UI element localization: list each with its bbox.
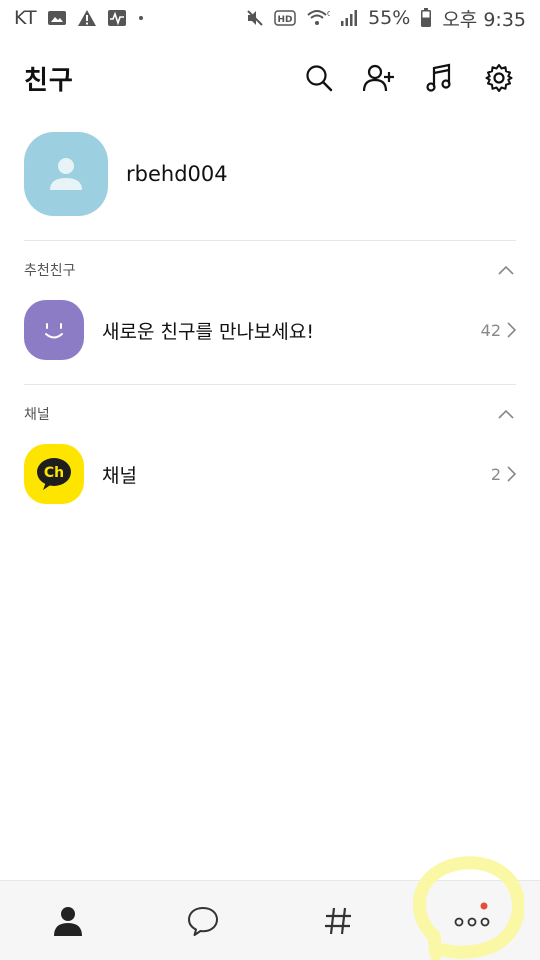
item-count: 42 [481, 321, 516, 340]
search-icon[interactable] [302, 61, 336, 95]
settings-icon[interactable] [482, 61, 516, 95]
chevron-right-icon [507, 322, 516, 338]
chat-icon[interactable] [168, 886, 238, 956]
wifi-icon: G [306, 9, 330, 27]
list-item-channel[interactable]: Ch 채널 2 [24, 443, 516, 505]
image-icon [47, 9, 67, 27]
header: 친구 [0, 46, 540, 110]
svg-text:HD: HD [278, 15, 293, 25]
status-time: 오후 9:35 [442, 8, 526, 31]
section-title-recommended: 추천친구 [24, 263, 76, 279]
profile-name: rbehd004 [126, 162, 228, 186]
channel-icon: Ch [24, 444, 84, 504]
divider [24, 240, 516, 241]
svg-text:G: G [327, 10, 330, 18]
divider [24, 384, 516, 385]
hd-icon: HD [274, 10, 296, 26]
hashtag-icon[interactable] [303, 886, 373, 956]
mute-icon [246, 9, 264, 27]
count-value: 2 [490, 464, 501, 484]
section-title-channel: 채널 [24, 407, 50, 423]
music-icon[interactable] [422, 61, 456, 95]
channel-badge-text: Ch [44, 465, 64, 481]
warning-icon [77, 9, 97, 27]
list-item-label: 채널 [102, 464, 137, 487]
battery-percent: 55% [368, 7, 411, 29]
signal-icon [340, 9, 358, 27]
count-value: 42 [480, 320, 501, 340]
status-bar: KT HD G 55% 오후 9:35 [0, 0, 540, 36]
smiley-icon [24, 300, 84, 360]
add-friend-icon[interactable] [362, 61, 396, 95]
activity-icon [107, 9, 127, 27]
header-actions [302, 61, 516, 95]
section-header-channel: 채널 [24, 402, 516, 426]
notification-dot [480, 902, 488, 910]
status-left: KT [14, 7, 145, 29]
section-header-recommended: 추천친구 [24, 258, 516, 282]
chevron-right-icon [507, 466, 516, 482]
chevron-up-icon[interactable] [496, 260, 516, 280]
list-item-label: 새로운 친구를 만나보세요! [102, 320, 314, 343]
battery-icon [420, 8, 432, 28]
dot-icon [137, 14, 145, 22]
chevron-up-icon[interactable] [496, 404, 516, 424]
status-right: HD G 55% 오후 9:35 [246, 5, 526, 32]
carrier-label: KT [14, 7, 37, 29]
list-item-recommended-friends[interactable]: 새로운 친구를 만나보세요! 42 [24, 299, 516, 361]
friends-icon[interactable] [33, 886, 103, 956]
avatar[interactable] [24, 132, 108, 216]
more-tab-highlight [413, 856, 524, 960]
item-count: 2 [491, 465, 516, 484]
page-title: 친구 [24, 65, 74, 96]
my-profile[interactable]: rbehd004 [24, 130, 516, 218]
